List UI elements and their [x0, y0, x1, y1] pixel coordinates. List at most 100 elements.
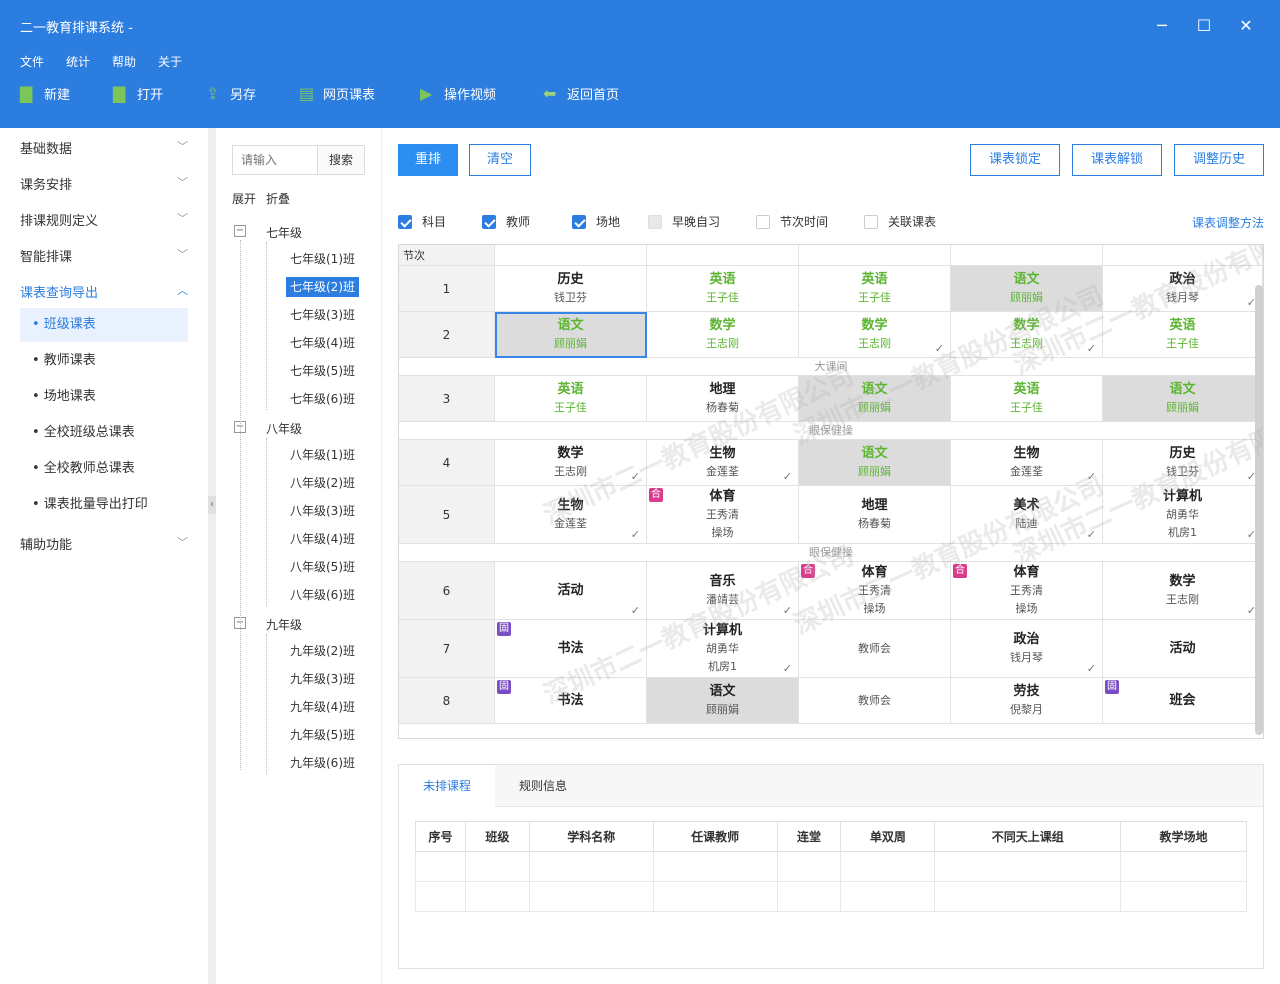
schedule-cell[interactable]: 历史 钱卫芬	[495, 266, 647, 312]
option-5[interactable]: 关联课表	[864, 213, 936, 230]
tree-class-item[interactable]: 八年级(3)班	[286, 501, 359, 521]
tree-class-item[interactable]: 九年级(5)班	[286, 725, 359, 745]
option-4[interactable]: 节次时间	[756, 213, 828, 230]
panel-splitter[interactable]	[208, 128, 216, 984]
option-3[interactable]: 早晚自习	[648, 213, 720, 230]
option-2[interactable]: 场地	[572, 213, 620, 230]
schedule-cell[interactable]: 语文 顾丽娟	[495, 312, 647, 358]
toolbar-video-button[interactable]: ▶ 操作视频	[420, 84, 530, 103]
tree-class-item[interactable]: 七年级(3)班	[286, 305, 359, 325]
schedule-cell[interactable]: 语文 顾丽娟	[951, 266, 1103, 312]
tree-class-item[interactable]: 八年级(2)班	[286, 473, 359, 493]
nav-group-0[interactable]: 基础数据 ﹀	[20, 138, 188, 158]
tree-class-item[interactable]: 七年级(4)班	[286, 333, 359, 353]
menu-about[interactable]: 关于	[158, 53, 182, 70]
toolbar-back-arrow-button[interactable]: ⬅ 返回首页	[543, 84, 653, 103]
checkbox[interactable]	[572, 214, 586, 229]
schedule-cell[interactable]: 教师会	[799, 620, 951, 678]
tree-grade-0[interactable]: − 七年级	[232, 222, 372, 242]
search-input[interactable]	[232, 145, 318, 175]
toolbar-upload-button[interactable]: ⇪ 另存	[206, 84, 286, 103]
nav-group-1[interactable]: 课务安排 ﹀	[20, 174, 188, 194]
schedule-cell[interactable]: 地理 杨春菊	[647, 376, 799, 422]
unlock-schedule-button[interactable]: 课表解锁	[1072, 144, 1162, 176]
tree-class-item[interactable]: 九年级(2)班	[286, 641, 359, 661]
schedule-cell[interactable]: 计算机 胡勇华 机房1 ✓	[1103, 486, 1263, 544]
nav-item-3[interactable]: • 全校班级总课表	[20, 416, 188, 450]
expand-all-button[interactable]: 展开	[232, 190, 256, 207]
schedule-cell[interactable]: 英语 王子佳	[1103, 312, 1263, 358]
rearrange-button[interactable]: 重排	[398, 144, 458, 176]
schedule-cell[interactable]: 教师会	[799, 678, 951, 724]
schedule-cell[interactable]: 劳技 倪黎月	[951, 678, 1103, 724]
tree-class-item[interactable]: 八年级(4)班	[286, 529, 359, 549]
option-1[interactable]: 教师	[482, 213, 530, 230]
tree-class-item[interactable]: 七年级(1)班	[286, 249, 359, 269]
nav-item-5[interactable]: • 课表批量导出打印	[20, 488, 188, 522]
close-icon[interactable]: ✕	[1234, 14, 1258, 38]
schedule-cell[interactable]: 政治 钱月琴 ✓	[951, 620, 1103, 678]
option-0[interactable]: 科目	[398, 213, 446, 230]
schedule-cell[interactable]: 数学 王志刚 ✓	[495, 440, 647, 486]
nav-item-4[interactable]: • 全校教师总课表	[20, 452, 188, 486]
toolbar-folder-button[interactable]: ▇ 打开	[113, 84, 193, 103]
collapse-panel-icon[interactable]: ‹	[208, 496, 216, 514]
checkbox[interactable]	[864, 214, 878, 229]
tree-class-item[interactable]: 八年级(5)班	[286, 557, 359, 577]
nav-item-0[interactable]: • 班级课表	[20, 308, 188, 342]
nav-item-1[interactable]: • 教师课表	[20, 344, 188, 378]
tree-class-item[interactable]: 九年级(6)班	[286, 753, 359, 773]
collapse-node-icon[interactable]: −	[234, 225, 246, 237]
lock-schedule-button[interactable]: 课表锁定	[970, 144, 1060, 176]
tree-class-item[interactable]: 八年级(6)班	[286, 585, 359, 605]
schedule-cell[interactable]: 体育 王秀清 操场合	[951, 562, 1103, 620]
menu-help[interactable]: 帮助	[112, 53, 136, 70]
checkbox[interactable]	[482, 214, 496, 229]
schedule-cell[interactable]: 英语 王子佳	[495, 376, 647, 422]
adjust-history-button[interactable]: 调整历史	[1174, 144, 1264, 176]
schedule-cell[interactable]: 班会 固	[1103, 678, 1263, 724]
schedule-cell[interactable]: 生物 金莲荃 ✓	[495, 486, 647, 544]
tab-rules[interactable]: 规则信息	[495, 765, 591, 807]
schedule-cell[interactable]: 音乐 潘靖芸 ✓	[647, 562, 799, 620]
schedule-cell[interactable]: 政治 钱月琴 ✓	[1103, 266, 1263, 312]
schedule-cell[interactable]: 数学 王志刚 ✓	[1103, 562, 1263, 620]
nav-group-4[interactable]: 课表查询导出 ︿	[20, 282, 188, 302]
schedule-cell[interactable]: 历史 钱卫芬 ✓	[1103, 440, 1263, 486]
tree-class-item[interactable]: 七年级(2)班	[286, 277, 359, 297]
schedule-cell[interactable]: 活动 ✓	[495, 562, 647, 620]
schedule-cell[interactable]: 语文 顾丽娟	[1103, 376, 1263, 422]
tab-unscheduled[interactable]: 未排课程	[399, 765, 496, 807]
schedule-cell[interactable]: 数学 王志刚	[647, 312, 799, 358]
schedule-cell[interactable]: 英语 王子佳	[647, 266, 799, 312]
schedule-cell[interactable]: 体育 王秀清 操场合	[799, 562, 951, 620]
clear-button[interactable]: 清空	[469, 144, 531, 176]
checkbox[interactable]	[398, 214, 412, 229]
schedule-cell[interactable]: 书法 固	[495, 620, 647, 678]
nav-group-aux[interactable]: 辅助功能 ﹀	[20, 534, 188, 554]
toolbar-web-table-button[interactable]: ▤ 网页课表	[299, 84, 409, 103]
nav-group-2[interactable]: 排课规则定义 ﹀	[20, 210, 188, 230]
schedule-cell[interactable]: 生物 金莲荃 ✓	[951, 440, 1103, 486]
search-button[interactable]: 搜索	[317, 145, 365, 175]
minimize-icon[interactable]: ─	[1150, 14, 1174, 38]
checkbox[interactable]	[648, 214, 662, 229]
schedule-cell[interactable]: 活动	[1103, 620, 1263, 678]
schedule-cell[interactable]: 数学 王志刚 ✓	[951, 312, 1103, 358]
schedule-cell[interactable]: 语文 顾丽娟	[799, 440, 951, 486]
checkbox[interactable]	[756, 214, 770, 229]
schedule-cell[interactable]: 美术 陆迪 ✓	[951, 486, 1103, 544]
nav-group-3[interactable]: 智能排课 ﹀	[20, 246, 188, 266]
maximize-icon[interactable]: ☐	[1192, 14, 1216, 38]
schedule-cell[interactable]: 生物 金莲荃 ✓	[647, 440, 799, 486]
tree-class-item[interactable]: 九年级(4)班	[286, 697, 359, 717]
tree-class-item[interactable]: 七年级(6)班	[286, 389, 359, 409]
tree-class-item[interactable]: 九年级(3)班	[286, 669, 359, 689]
toolbar-new-file-button[interactable]: ▇ 新建	[20, 84, 100, 103]
tree-grade-2[interactable]: − 九年级	[232, 614, 372, 634]
schedule-cell[interactable]: 语文 顾丽娟	[799, 376, 951, 422]
nav-item-2[interactable]: • 场地课表	[20, 380, 188, 414]
schedule-cell[interactable]: 英语 王子佳	[799, 266, 951, 312]
grid-scrollbar[interactable]	[1255, 285, 1263, 735]
schedule-cell[interactable]: 书法 固	[495, 678, 647, 724]
